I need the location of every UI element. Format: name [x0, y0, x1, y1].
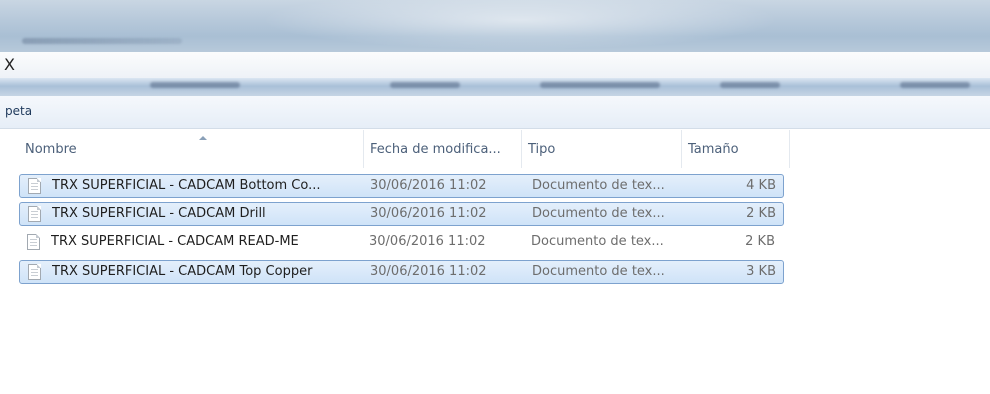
file-name: TRX SUPERFICIAL - CADCAM Top Copper: [52, 264, 313, 279]
file-row[interactable]: TRX SUPERFICIAL - CADCAM Drill 30/06/201…: [19, 202, 784, 226]
file-type: Documento de tex...: [532, 178, 665, 193]
column-header-date[interactable]: Fecha de modifica...: [364, 130, 522, 168]
column-header-type[interactable]: Tipo: [522, 130, 682, 168]
title-bar-glass: [260, 0, 780, 50]
blurred-toolbar-item: [390, 82, 460, 88]
column-header-name[interactable]: Nombre: [19, 130, 364, 168]
file-date: 30/06/2016 11:02: [370, 178, 487, 193]
file-type: Documento de tex...: [531, 234, 664, 249]
file-date: 30/06/2016 11:02: [369, 234, 486, 249]
blurred-toolbar-item: [900, 82, 970, 88]
file-row[interactable]: TRX SUPERFICIAL - CADCAM Top Copper 30/0…: [19, 260, 784, 284]
file-size: 2 KB: [745, 234, 775, 249]
file-size: 4 KB: [746, 178, 776, 193]
column-header-label: Nombre: [25, 142, 77, 157]
blurred-toolbar-item: [150, 82, 240, 88]
file-type: Documento de tex...: [532, 264, 665, 279]
address-bar-fragment: X: [4, 55, 15, 74]
blurred-toolbar-item: [720, 82, 780, 88]
file-date: 30/06/2016 11:02: [370, 206, 487, 221]
address-bar[interactable]: X: [0, 52, 990, 79]
text-document-icon: [28, 178, 41, 194]
file-row[interactable]: TRX SUPERFICIAL - CADCAM READ-ME 30/06/2…: [19, 231, 784, 255]
file-size: 3 KB: [746, 264, 776, 279]
column-headers: Nombre Fecha de modifica... Tipo Tamaño: [0, 130, 990, 168]
text-document-icon: [28, 264, 41, 280]
column-header-label: Tamaño: [688, 142, 739, 157]
sort-ascending-icon: [199, 136, 207, 140]
blurred-menu-bar: [22, 38, 182, 44]
text-document-icon: [28, 206, 41, 222]
command-bar-label[interactable]: peta: [5, 104, 32, 118]
file-type: Documento de tex...: [532, 206, 665, 221]
blurred-toolbar-item: [540, 82, 660, 88]
file-row[interactable]: TRX SUPERFICIAL - CADCAM Bottom Co... 30…: [19, 174, 784, 198]
text-document-icon: [27, 234, 40, 250]
file-size: 2 KB: [746, 206, 776, 221]
toolbar-strip: [0, 78, 990, 96]
file-date: 30/06/2016 11:02: [370, 264, 487, 279]
column-header-label: Tipo: [528, 142, 556, 157]
file-name: TRX SUPERFICIAL - CADCAM Bottom Co...: [52, 178, 321, 193]
window-title-bar: [0, 0, 990, 52]
column-header-size[interactable]: Tamaño: [682, 130, 790, 168]
file-name: TRX SUPERFICIAL - CADCAM Drill: [52, 206, 266, 221]
column-header-label: Fecha de modifica...: [370, 142, 501, 157]
file-name: TRX SUPERFICIAL - CADCAM READ-ME: [51, 234, 299, 249]
command-bar: peta: [0, 96, 990, 129]
